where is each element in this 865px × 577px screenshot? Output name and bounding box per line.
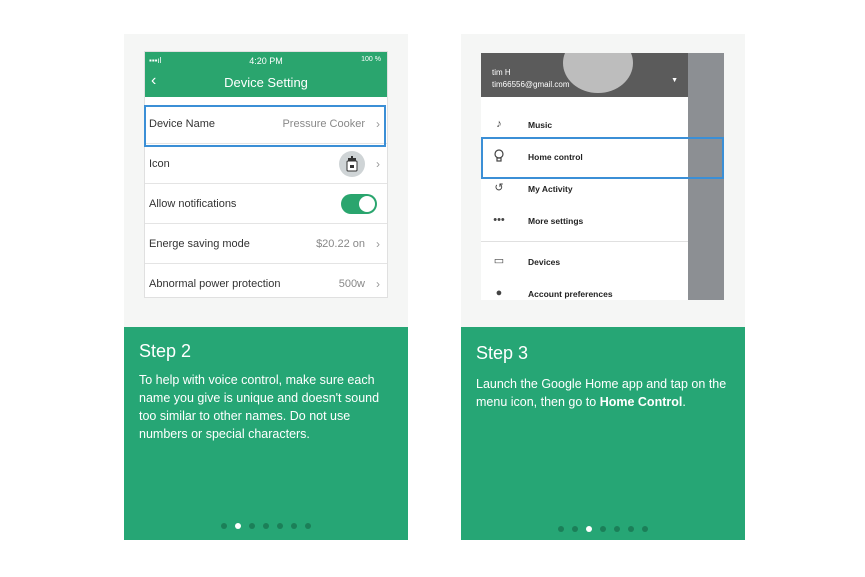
history-icon: ↺ (494, 182, 504, 194)
menu-item-label: Account preferences (528, 289, 613, 299)
menu-item-label: Music (528, 120, 553, 130)
home-control-highlight (481, 137, 724, 179)
page-dot[interactable] (558, 526, 564, 532)
page-dot[interactable] (628, 526, 634, 532)
device-setting-screenshot: ▪▪▪ıl 4:20 PM 100 % ‹ Device Setting Dev… (144, 51, 388, 298)
step-title: Step 2 (139, 341, 192, 361)
page-dot[interactable] (614, 526, 620, 532)
user-email: tim66556@gmail.com (492, 80, 570, 89)
step-text-part: . (682, 395, 686, 409)
chevron-right-icon: › (376, 237, 380, 251)
icon-row[interactable]: Icon › (145, 144, 387, 184)
step-2-panel: Step 2 To help with voice control, make … (124, 327, 408, 540)
menu-item-devices[interactable]: ▭ Devices (481, 246, 688, 278)
row-value: $20.22 on (316, 238, 365, 250)
pagination-dots (124, 523, 408, 529)
page-dot[interactable] (249, 523, 255, 529)
account-icon: ● (495, 287, 503, 299)
chevron-right-icon: › (376, 277, 380, 291)
status-battery: 100 % (361, 56, 381, 63)
page-dot-active[interactable] (235, 523, 241, 529)
page-dot[interactable] (277, 523, 283, 529)
device-name-highlight (144, 105, 386, 147)
phone-header: ▪▪▪ıl 4:20 PM 100 % ‹ Device Setting (145, 52, 387, 97)
power-protection-row[interactable]: Abnormal power protection 500w › (145, 264, 387, 297)
row-label: Abnormal power protection (149, 278, 281, 290)
step-2-card: ▪▪▪ıl 4:20 PM 100 % ‹ Device Setting Dev… (124, 34, 408, 540)
step-text-bold: Home Control (599, 395, 683, 409)
notifications-toggle[interactable] (341, 194, 377, 214)
page-dot[interactable] (600, 526, 606, 532)
row-label: Allow notifications (149, 198, 237, 210)
page-dot[interactable] (263, 523, 269, 529)
menu-item-label: My Activity (528, 184, 573, 194)
menu-item-more-settings[interactable]: ••• More settings (481, 205, 688, 237)
row-value: 500w (338, 278, 365, 290)
user-name: tim H (492, 68, 511, 77)
row-label: Energe saving mode (149, 238, 250, 250)
menu-item-account-preferences[interactable]: ● Account preferences (481, 278, 688, 300)
page-dot[interactable] (221, 523, 227, 529)
status-time: 4:20 PM (249, 56, 283, 66)
page-dot[interactable] (572, 526, 578, 532)
page-dot-active[interactable] (586, 526, 592, 532)
step-description: To help with voice control, make sure ea… (139, 373, 380, 441)
menu-item-label: More settings (528, 216, 584, 226)
menu-divider (481, 241, 688, 242)
step-description: Launch the Google Home app and tap on th… (476, 375, 732, 411)
pressure-cooker-icon (339, 151, 365, 177)
chevron-right-icon: › (376, 157, 380, 171)
menu-item-label: Devices (528, 257, 561, 267)
step-title: Step 3 (476, 343, 529, 363)
step-3-card: tim H tim66556@gmail.com ▼ ♪ Music Home … (461, 34, 745, 540)
notifications-row: Allow notifications (145, 184, 387, 224)
drawer-menu: ♪ Music Home control ↺ My Activity ••• M… (481, 97, 688, 300)
drawer-header: tim H tim66556@gmail.com ▼ (481, 53, 688, 97)
pagination-dots (461, 526, 745, 532)
page-dot[interactable] (305, 523, 311, 529)
page-dot[interactable] (642, 526, 648, 532)
energy-saving-row[interactable]: Energe saving mode $20.22 on › (145, 224, 387, 264)
account-dropdown-icon[interactable]: ▼ (671, 77, 678, 84)
row-label: Icon (149, 158, 170, 170)
devices-icon: ▭ (493, 255, 505, 267)
page-title: Device Setting (224, 75, 308, 90)
header-photo (563, 53, 633, 93)
step-3-panel: Step 3 Launch the Google Home app and ta… (461, 327, 745, 540)
music-note-icon: ♪ (496, 118, 502, 130)
page-dot[interactable] (291, 523, 297, 529)
more-horiz-icon: ••• (493, 214, 505, 226)
